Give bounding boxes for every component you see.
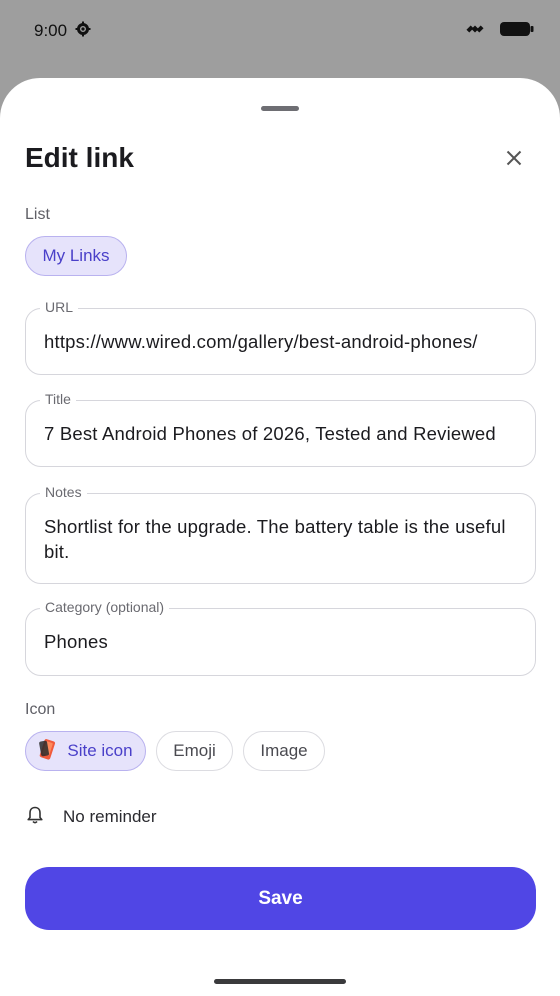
edit-link-sheet: Edit link List My Links URL https://www.… bbox=[0, 78, 560, 996]
settings-gear-icon bbox=[75, 21, 91, 42]
home-indicator[interactable] bbox=[214, 979, 346, 984]
sheet-title: Edit link bbox=[25, 142, 134, 173]
close-icon bbox=[506, 150, 522, 171]
save-button[interactable]: Save bbox=[25, 867, 536, 930]
icon-option-label: Emoji bbox=[173, 741, 216, 760]
notes-field[interactable]: Notes Shortlist for the upgrade. The bat… bbox=[25, 484, 536, 584]
url-field[interactable]: URL https://www.wired.com/gallery/best-a… bbox=[25, 299, 536, 375]
url-field-label: URL bbox=[40, 299, 79, 315]
reminder-row[interactable]: No reminder bbox=[25, 802, 157, 832]
icon-option-label: Image bbox=[260, 741, 308, 760]
icon-option-image[interactable]: Image bbox=[243, 731, 325, 771]
satellite-icon bbox=[466, 20, 484, 43]
icon-option-site-icon[interactable]: Site icon bbox=[25, 731, 146, 771]
title-input[interactable]: 7 Best Android Phones of 2026, Tested an… bbox=[44, 423, 517, 445]
notes-input[interactable]: Shortlist for the upgrade. The battery t… bbox=[44, 514, 517, 564]
category-field-label: Category (optional) bbox=[40, 599, 170, 615]
drag-handle[interactable] bbox=[261, 106, 299, 111]
save-button-label: Save bbox=[258, 887, 303, 909]
icon-label: Icon bbox=[25, 701, 56, 718]
list-chip-my-links[interactable]: My Links bbox=[25, 236, 127, 276]
title-field-label: Title bbox=[40, 391, 76, 407]
url-input[interactable]: https://www.wired.com/gallery/best-andro… bbox=[44, 331, 517, 353]
status-left: 9:00 bbox=[34, 21, 91, 42]
status-right bbox=[466, 20, 534, 43]
icon-option-label: Site icon bbox=[67, 741, 133, 760]
list-label: List bbox=[25, 206, 50, 223]
battery-icon bbox=[500, 20, 534, 43]
title-field[interactable]: Title 7 Best Android Phones of 2026, Tes… bbox=[25, 391, 536, 467]
reminder-label: No reminder bbox=[63, 807, 157, 826]
list-chip-label: My Links bbox=[42, 246, 110, 265]
category-field[interactable]: Category (optional) Phones bbox=[25, 599, 536, 676]
bell-icon bbox=[25, 805, 45, 830]
category-input[interactable]: Phones bbox=[44, 631, 517, 653]
status-bar: 9:00 bbox=[0, 0, 560, 62]
close-button[interactable] bbox=[498, 144, 530, 176]
site-favicon-icon bbox=[38, 738, 58, 765]
notes-field-label: Notes bbox=[40, 484, 87, 500]
icon-option-emoji[interactable]: Emoji bbox=[156, 731, 233, 771]
status-time: 9:00 bbox=[34, 21, 68, 40]
